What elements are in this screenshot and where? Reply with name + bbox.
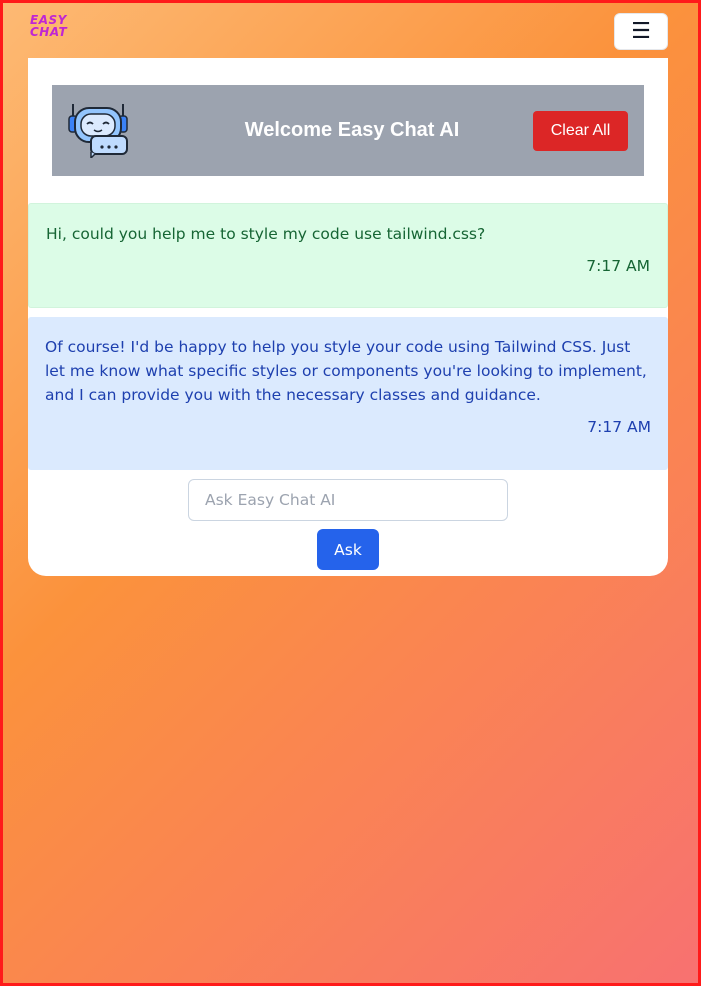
message-text: Hi, could you help me to style my code u… bbox=[46, 225, 486, 243]
message-text: Of course! I'd be happy to help you styl… bbox=[45, 338, 647, 404]
ask-button[interactable]: Ask bbox=[317, 529, 379, 570]
brand-logo-line2: CHAT bbox=[30, 25, 68, 39]
page-title: Welcome Easy Chat AI bbox=[244, 119, 460, 141]
chat-header: Welcome Easy Chat AI Clear All bbox=[52, 85, 644, 176]
message-time: 7:17 AM bbox=[587, 418, 651, 436]
message-time: 7:17 AM bbox=[586, 257, 650, 275]
hamburger-menu-icon[interactable]: ☰ bbox=[614, 13, 668, 50]
user-message: Hi, could you help me to style my code u… bbox=[28, 203, 668, 308]
chat-card: Welcome Easy Chat AI Clear All Hi, could… bbox=[28, 58, 668, 576]
brand-logo[interactable]: EASY CHAT bbox=[30, 14, 67, 38]
robot-chat-icon bbox=[68, 104, 128, 158]
ask-input[interactable] bbox=[188, 479, 508, 521]
assistant-message: Of course! I'd be happy to help you styl… bbox=[28, 317, 668, 470]
clear-all-button[interactable]: Clear All bbox=[533, 111, 628, 151]
